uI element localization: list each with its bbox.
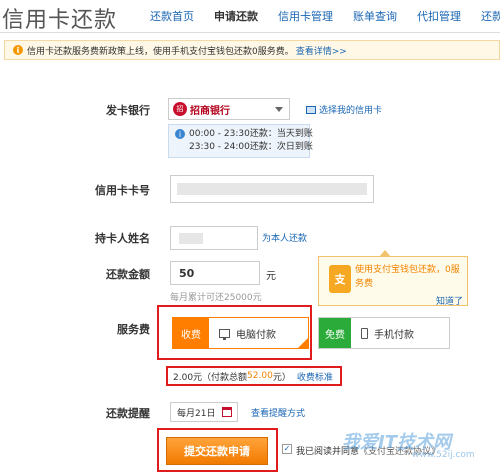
notice-bar: i 信用卡还款服务费新政策上线，使用手机支付宝钱包还款0服务费。 查看详情>> (4, 40, 500, 60)
tooltip-tail (379, 250, 391, 257)
fee-summary: 2.00元（付款总额 52.00 元） 收费标准 (166, 366, 342, 386)
page-title: 信用卡还款 (2, 8, 118, 33)
monthly-limit-text: 每月累计可还25000元 (170, 293, 262, 303)
bank-label: 发卡银行 (106, 104, 150, 117)
pc-pay-label: 电脑付款 (236, 329, 276, 341)
notice-text: 信用卡还款服务费新政策上线，使用手机支付宝钱包还款0服务费。 (27, 46, 294, 57)
nav-repay-home[interactable]: 还款首页 (150, 8, 194, 24)
notice-detail-link[interactable]: 查看详情>> (296, 44, 347, 57)
card-number-input[interactable] (170, 175, 374, 203)
amount-unit: 元 (266, 271, 276, 282)
tooltip-text: 使用支付宝钱包还款，0服务费 (355, 265, 460, 289)
nav-repay-records[interactable]: 还款记 (481, 8, 500, 24)
holder-name-label: 持卡人姓名 (95, 232, 150, 245)
self-pay-link[interactable]: 为本人还款 (262, 231, 307, 244)
top-nav: 还款首页 申请还款 信用卡管理 账单查询 代扣管理 还款记 (150, 8, 500, 24)
free-tag: 免费 (319, 318, 351, 348)
phone-icon (361, 327, 368, 339)
mobile-pay-label: 手机付款 (374, 329, 414, 341)
fee-close-text: 元） (272, 372, 291, 383)
mobile-pay-option[interactable]: 免费 手机付款 (318, 317, 450, 349)
chevron-down-icon (275, 107, 283, 112)
tooltip-dismiss-link[interactable]: 知道了 (436, 294, 463, 307)
reminder-date-value: 每月21日 (177, 408, 216, 419)
amount-input[interactable]: 50 (170, 261, 260, 285)
alipay-wallet-icon: 支 (329, 265, 351, 293)
time-line-next-day: 23:30 - 24:00还款：次日到账 (189, 142, 313, 152)
reminder-label: 还款提醒 (106, 407, 150, 420)
arrival-time-info: i 00:00 - 23:30还款：当天到账 23:30 - 24:00还款：次… (168, 124, 313, 158)
card-number-label: 信用卡卡号 (95, 184, 150, 197)
pc-pay-option[interactable]: 收费 电脑付款 (172, 317, 309, 349)
monitor-icon (219, 328, 230, 340)
bank-select[interactable]: 招 招商银行 (168, 98, 290, 120)
choose-bank-label: 选择我的信用卡 (319, 106, 383, 116)
nav-apply-repay[interactable]: 申请还款 (214, 8, 258, 24)
choose-my-card-link[interactable]: 选择我的信用卡 (306, 103, 382, 116)
selected-check-icon (298, 338, 308, 348)
bank-logo-icon: 招 (173, 102, 187, 116)
reminder-date-select[interactable]: 每月21日 (170, 402, 238, 422)
header-divider (0, 32, 500, 33)
nav-bill-query[interactable]: 账单查询 (353, 8, 397, 24)
card-icon (306, 105, 316, 114)
amount-label: 还款金额 (106, 268, 150, 281)
holder-name-input[interactable] (170, 226, 258, 250)
masked-card-number (177, 183, 367, 195)
watermark-url: www.52ij.com (412, 450, 475, 460)
submit-button[interactable]: 提交还款申请 (166, 437, 268, 465)
agree-checkbox[interactable]: ✓ (282, 444, 292, 454)
wallet-tooltip: 支 使用支付宝钱包还款，0服务费 知道了 (318, 250, 468, 307)
fee-standard-link[interactable]: 收费标准 (297, 370, 333, 383)
nav-card-manage[interactable]: 信用卡管理 (278, 8, 333, 24)
fee-total-value: 52.00 (247, 371, 273, 381)
service-fee-label: 服务费 (117, 323, 150, 336)
nav-autopay-manage[interactable]: 代扣管理 (417, 8, 461, 24)
time-line-same-day: 00:00 - 23:30还款：当天到账 (189, 129, 313, 139)
charge-tag: 收费 (173, 318, 209, 348)
fee-amount-text: 2.00元（付款总额 (173, 372, 248, 383)
bank-name: 招商银行 (190, 105, 230, 117)
info-icon: i (175, 129, 185, 139)
masked-holder-name (179, 233, 203, 244)
calendar-icon (222, 407, 232, 417)
reminder-method-link[interactable]: 查看提醒方式 (251, 406, 305, 419)
info-icon: i (13, 45, 23, 55)
